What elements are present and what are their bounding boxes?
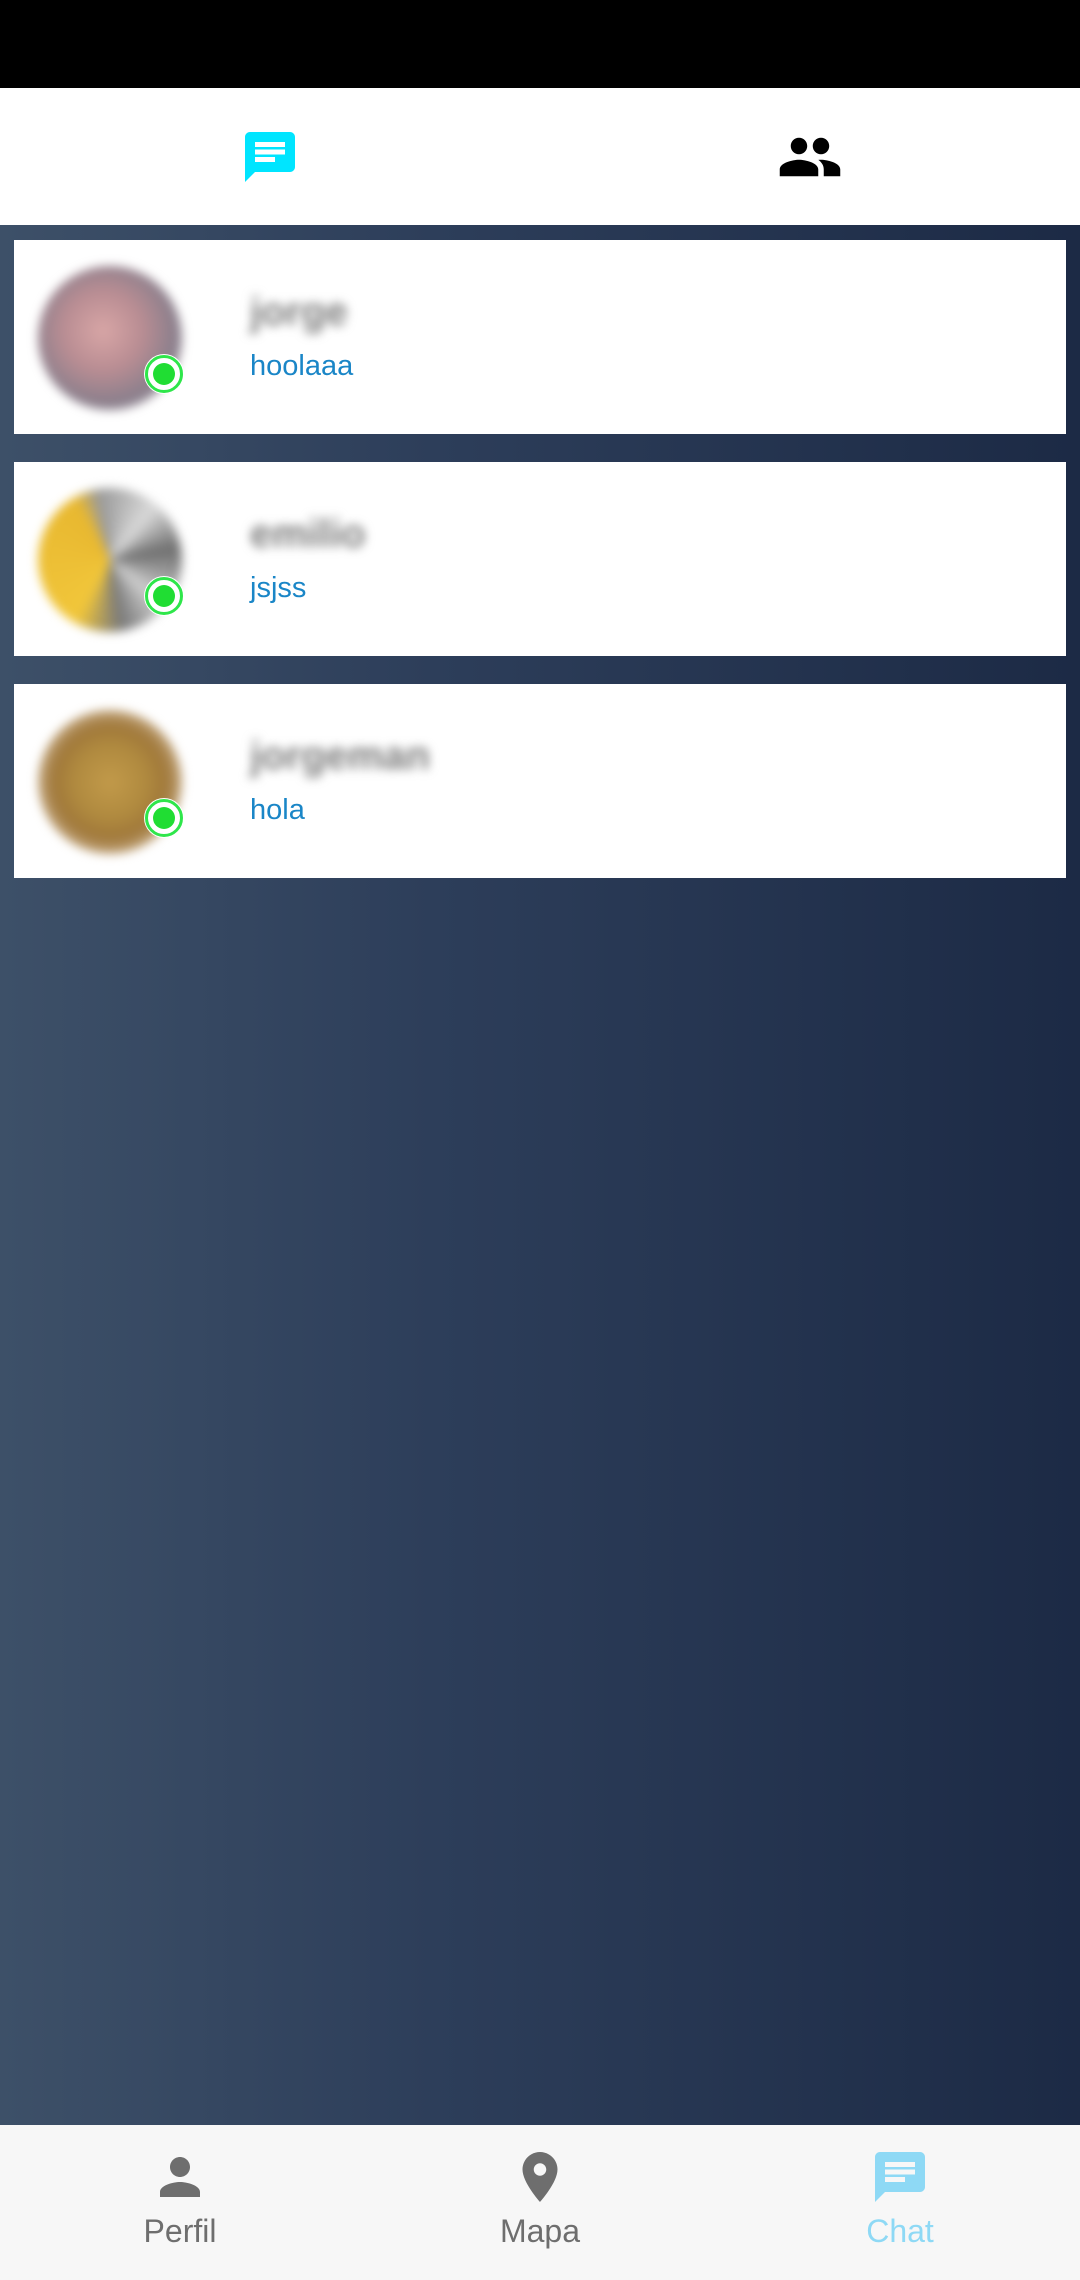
nav-label: Perfil [143,2213,217,2249]
avatar-container [38,266,184,410]
nav-item-perfil[interactable]: Perfil [0,2125,360,2280]
online-status-icon [144,576,184,616]
bottom-navigation: Perfil Mapa Chat [0,2125,1080,2280]
online-status-icon [144,798,184,838]
location-pin-icon [522,2152,558,2202]
nav-item-chat[interactable]: Chat [720,2125,1080,2280]
chat-contact-name: jorgeman [250,734,431,778]
avatar-container [38,710,184,854]
chat-list-item[interactable]: jorgeman hola [14,684,1066,878]
nav-label: Chat [866,2213,934,2249]
group-icon [779,137,841,176]
top-tab-bar [0,88,1080,225]
chat-last-message: hoolaaa [250,350,354,382]
chat-last-message: hola [250,794,305,826]
chat-list-background: jorge hoolaaa emilio jsjss jorgeman hola [0,225,1080,2125]
status-bar [0,0,1080,88]
person-icon [160,2157,200,2197]
chat-list-item[interactable]: jorge hoolaaa [14,240,1066,434]
chat-last-message: jsjss [250,572,307,604]
avatar-container [38,488,184,632]
chat-icon [875,2152,925,2202]
online-status-icon [144,354,184,394]
chat-list-item[interactable]: emilio jsjss [14,462,1066,656]
nav-item-mapa[interactable]: Mapa [360,2125,720,2280]
nav-label: Mapa [499,2213,581,2249]
chat-icon [245,131,295,182]
chat-contact-name: jorge [250,290,348,334]
chat-contact-name: emilio [250,512,366,556]
tab-chats[interactable] [0,88,540,225]
tab-friends[interactable] [540,88,1080,225]
chat-list: jorge hoolaaa emilio jsjss jorgeman hola [14,240,1066,906]
